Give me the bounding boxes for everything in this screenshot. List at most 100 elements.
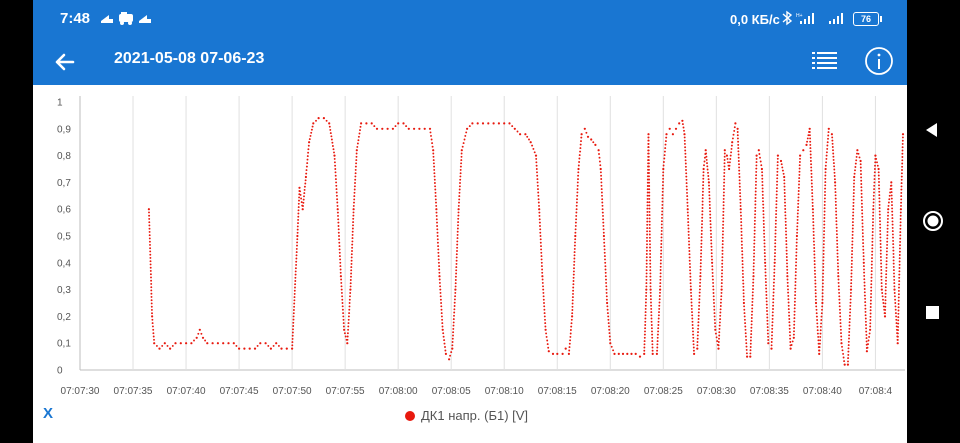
data-point [649, 243, 651, 246]
data-point [568, 342, 571, 345]
data-point [437, 245, 440, 248]
data-point [822, 236, 825, 239]
data-point [441, 318, 444, 321]
data-point [851, 237, 854, 240]
data-point [806, 140, 809, 143]
data-point [868, 335, 871, 338]
data-point [783, 175, 786, 179]
data-point [835, 217, 838, 219]
info-button[interactable] [863, 45, 895, 77]
data-point [730, 151, 733, 154]
triangle-back-icon [926, 123, 937, 137]
data-point [149, 260, 152, 263]
data-point [890, 187, 893, 190]
data-point [763, 245, 766, 248]
data-point [648, 223, 651, 226]
data-point [785, 259, 788, 262]
data-point [598, 160, 601, 163]
data-point [660, 233, 663, 236]
data-point [821, 305, 824, 308]
data-point [685, 188, 688, 191]
data-point [870, 276, 873, 279]
data-point [879, 223, 882, 226]
data-point [809, 160, 812, 162]
data-point [572, 280, 575, 282]
data-point [862, 265, 865, 268]
data-point [880, 265, 883, 268]
data-point [151, 315, 154, 318]
data-point [193, 339, 195, 342]
data-point [459, 182, 461, 184]
data-point [280, 347, 283, 350]
data-point [832, 155, 835, 158]
data-point [476, 122, 479, 125]
data-point [784, 217, 787, 220]
nav-home-button[interactable] [921, 209, 945, 238]
nav-recents-button[interactable] [924, 304, 942, 327]
data-point [871, 257, 873, 260]
data-point [148, 221, 151, 224]
data-point [741, 260, 744, 262]
data-point [602, 234, 606, 238]
data-point [643, 343, 646, 346]
back-button[interactable] [49, 46, 81, 78]
data-point [441, 322, 444, 325]
data-point [893, 292, 896, 294]
data-point [830, 133, 834, 136]
data-point [869, 312, 872, 315]
data-point [649, 253, 652, 255]
data-point [334, 168, 337, 170]
data-point [437, 248, 440, 251]
data-point [793, 300, 796, 303]
data-point [870, 296, 872, 299]
data-point [873, 171, 876, 174]
data-point [753, 239, 756, 242]
data-point [808, 127, 811, 130]
data-point [850, 275, 853, 278]
data-point [897, 309, 900, 312]
data-point [823, 233, 825, 236]
data-point [719, 311, 722, 314]
data-point [842, 352, 845, 355]
data-point [575, 204, 578, 207]
data-point [541, 271, 544, 274]
data-point [851, 221, 854, 224]
data-point [334, 171, 337, 174]
data-point [774, 219, 777, 222]
data-point [813, 247, 816, 249]
data-point [714, 325, 717, 328]
data-point [538, 214, 541, 217]
data-point [174, 342, 177, 345]
data-point [308, 138, 311, 141]
data-point [898, 283, 901, 286]
data-point [884, 282, 887, 285]
data-point [871, 224, 874, 227]
list-button[interactable] [809, 46, 841, 78]
data-point [650, 314, 653, 317]
data-point [568, 346, 571, 349]
data-point [603, 238, 606, 241]
line-chart[interactable]: 00,10,20,30,40,50,60,70,80,91 07:07:30 07… [33, 85, 907, 400]
data-point [359, 129, 361, 132]
data-point [823, 210, 826, 213]
data-point [823, 213, 826, 216]
data-point [717, 344, 720, 347]
data-point [703, 164, 705, 167]
data-point [707, 178, 710, 181]
x-axis-button[interactable]: X [43, 405, 53, 422]
data-point [899, 224, 902, 227]
data-point [761, 187, 764, 190]
data-point [434, 195, 437, 198]
data-point [891, 226, 894, 229]
data-point [817, 339, 820, 342]
data-point [891, 223, 894, 226]
data-point [436, 235, 439, 237]
data-point [481, 122, 485, 125]
data-point [873, 184, 876, 187]
data-point [776, 183, 778, 186]
data-point [755, 170, 758, 173]
data-point [818, 352, 821, 355]
data-point [698, 294, 701, 297]
nav-back-button[interactable] [922, 120, 942, 145]
data-point [781, 166, 784, 169]
